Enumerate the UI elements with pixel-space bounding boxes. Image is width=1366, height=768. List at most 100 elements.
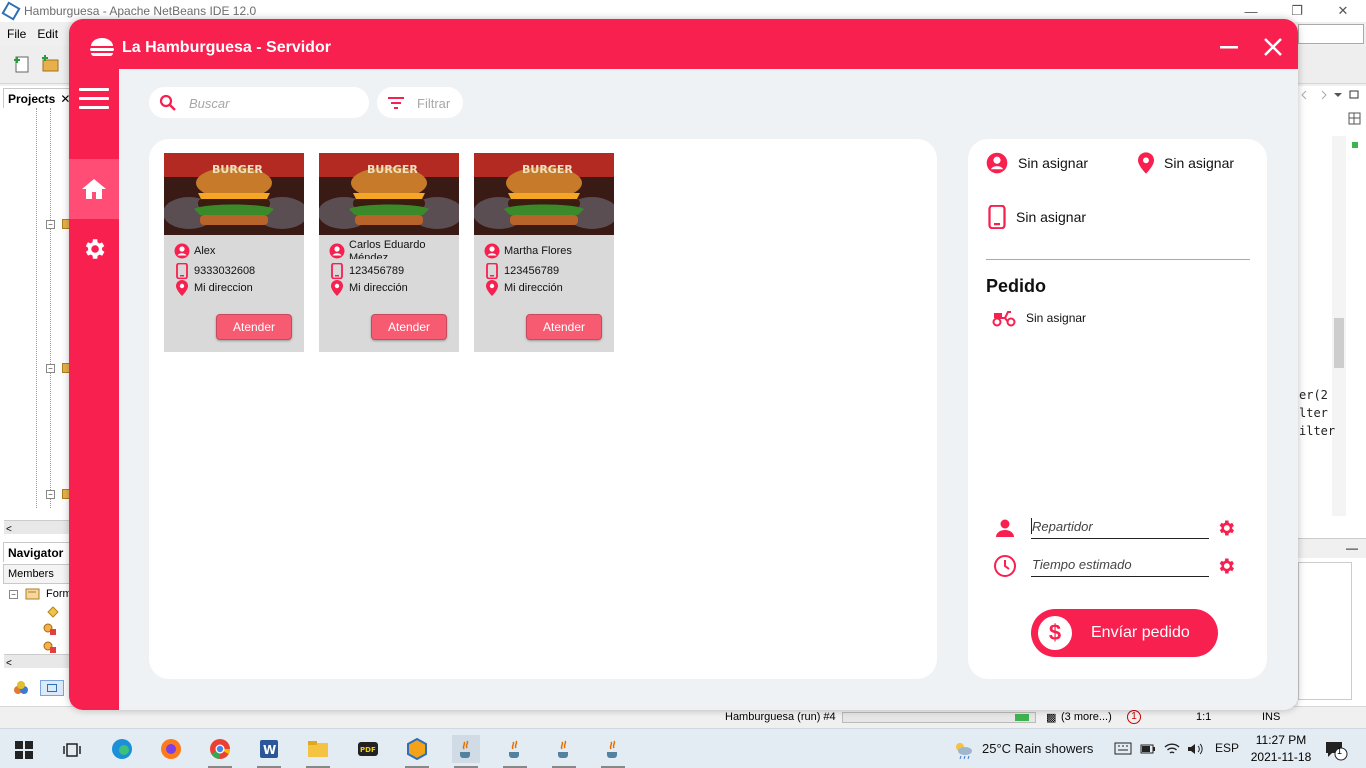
wifi-icon[interactable] bbox=[1163, 741, 1181, 757]
location-pin-icon bbox=[174, 280, 190, 296]
word-icon[interactable]: W bbox=[255, 735, 283, 768]
svg-text:BURGER: BURGER bbox=[522, 163, 573, 176]
firefox-icon[interactable] bbox=[157, 735, 185, 763]
filter-button[interactable]: Filtrar bbox=[377, 87, 463, 118]
members-selector[interactable]: Members bbox=[3, 564, 70, 584]
projects-hscrollbar[interactable]: < bbox=[4, 520, 70, 535]
svg-text:BURGER: BURGER bbox=[212, 163, 263, 176]
repartidor-field[interactable]: Repartidor bbox=[1031, 515, 1209, 539]
code-line: er(2 bbox=[1299, 388, 1328, 402]
settings-gear-icon[interactable] bbox=[69, 229, 119, 269]
code-line: lter bbox=[1299, 406, 1328, 420]
customer-name: Carlos Eduardo Méndez bbox=[349, 239, 426, 259]
field-lock-icon bbox=[43, 641, 56, 653]
navigator-hscrollbar[interactable]: < bbox=[4, 654, 70, 669]
keyboard-icon[interactable] bbox=[1114, 741, 1132, 757]
new-file-icon[interactable] bbox=[12, 54, 32, 74]
order-card: BURGER Carlos Eduardo Méndez 123456789 M… bbox=[319, 153, 459, 352]
editor-nav-arrows-icon[interactable] bbox=[1300, 88, 1360, 102]
netbeans-taskbar-icon[interactable] bbox=[403, 735, 431, 768]
repartidor-settings-gear-icon[interactable] bbox=[1216, 518, 1236, 538]
send-order-button[interactable]: $ Envíar pedido bbox=[1031, 609, 1218, 657]
minimize-output-icon[interactable]: — bbox=[1346, 541, 1358, 555]
tiempo-input[interactable]: Tiempo estimado bbox=[1032, 557, 1132, 572]
clock-icon bbox=[994, 555, 1016, 577]
hamburger-menu-icon[interactable] bbox=[79, 88, 109, 110]
battery-icon[interactable] bbox=[1140, 741, 1156, 757]
close-icon[interactable] bbox=[1261, 35, 1285, 59]
attend-button[interactable]: Atender bbox=[526, 314, 602, 340]
tiempo-field[interactable]: Tiempo estimado bbox=[1031, 553, 1209, 577]
task-view-icon[interactable] bbox=[62, 740, 82, 760]
ide-left-panel: Projects✕ − − − < Navigator✕ Members − F… bbox=[0, 86, 84, 706]
volume-icon[interactable] bbox=[1186, 741, 1204, 757]
person-icon bbox=[996, 519, 1014, 537]
app-sidebar bbox=[69, 69, 119, 710]
language-indicator[interactable]: ESP bbox=[1215, 741, 1239, 755]
tree-expand-icon[interactable]: − bbox=[46, 490, 55, 499]
output-header: — bbox=[1298, 538, 1366, 558]
more-tasks-link[interactable]: (3 more...) bbox=[1061, 711, 1112, 723]
clock[interactable]: 11:27 PM 2021-11-18 bbox=[1248, 732, 1314, 766]
menu-edit[interactable]: Edit bbox=[37, 27, 58, 41]
java-app-icon[interactable] bbox=[452, 735, 480, 768]
customer-phone: 123456789 bbox=[504, 265, 560, 277]
output-area[interactable] bbox=[1298, 562, 1352, 700]
order-card: BURGER Martha Flores 123456789 Mi direcc… bbox=[474, 153, 614, 352]
chrome-icon[interactable] bbox=[206, 735, 234, 768]
navigator-tab-label: Navigator bbox=[8, 545, 64, 560]
search-input[interactable]: Buscar bbox=[189, 96, 229, 111]
home-icon[interactable] bbox=[69, 159, 119, 219]
notifications-icon[interactable] bbox=[1324, 739, 1348, 761]
java-app-icon[interactable] bbox=[501, 735, 529, 768]
location-pin-icon bbox=[484, 280, 500, 296]
tree-expand-icon[interactable]: − bbox=[46, 220, 55, 229]
address-row: Mi dirección bbox=[329, 280, 408, 296]
phone-icon bbox=[329, 263, 345, 279]
weather-text[interactable]: 25°C Rain showers bbox=[982, 741, 1093, 756]
detail-phone: Sin asignar bbox=[988, 205, 1086, 229]
order-card: BURGER Alex 9333032608 Mi direccion Aten… bbox=[164, 153, 304, 352]
customer-row: Alex bbox=[174, 243, 215, 259]
search-box[interactable]: Buscar bbox=[149, 87, 369, 118]
menu-file[interactable]: File bbox=[7, 27, 26, 41]
new-project-icon[interactable] bbox=[40, 54, 60, 74]
app-title: La Hamburguesa - Servidor bbox=[122, 39, 331, 56]
svg-text:W: W bbox=[263, 743, 276, 757]
pdf-app-icon[interactable]: PDF bbox=[354, 735, 382, 763]
phone-row: 9333032608 bbox=[174, 263, 255, 279]
phone-icon bbox=[484, 263, 500, 279]
customer-phone: 123456789 bbox=[349, 265, 405, 277]
run-progress-bar bbox=[842, 712, 1036, 723]
ide-close-icon[interactable]: ✕ bbox=[1320, 0, 1366, 22]
phone-icon bbox=[174, 263, 190, 279]
attend-button[interactable]: Atender bbox=[216, 314, 292, 340]
netbeans-logo-icon bbox=[1, 1, 21, 21]
tree-expand-icon[interactable]: − bbox=[9, 590, 18, 599]
minimize-icon[interactable] bbox=[1217, 35, 1241, 59]
ide-quick-search[interactable] bbox=[1298, 24, 1364, 44]
notifications-badge[interactable]: 1 bbox=[1127, 710, 1141, 724]
java-app-icon[interactable] bbox=[599, 735, 627, 768]
attend-button[interactable]: Atender bbox=[371, 314, 447, 340]
projects-tab[interactable]: Projects ✕ bbox=[3, 88, 76, 108]
burger-image: BURGER bbox=[319, 153, 459, 235]
address-row: Mi direccion bbox=[174, 280, 253, 296]
weather-rain-icon[interactable] bbox=[952, 739, 974, 761]
split-editor-icon[interactable] bbox=[1348, 112, 1362, 126]
editor-vscrollbar[interactable] bbox=[1332, 136, 1346, 516]
customer-name: Alex bbox=[194, 245, 216, 257]
file-explorer-icon[interactable] bbox=[304, 735, 332, 768]
tree-expand-icon[interactable]: − bbox=[46, 364, 55, 373]
edge-icon[interactable] bbox=[108, 735, 136, 763]
windows-start-icon[interactable] bbox=[15, 741, 33, 759]
palette-icon[interactable] bbox=[12, 680, 30, 696]
delivery-scooter-icon bbox=[992, 309, 1016, 327]
design-view-button[interactable] bbox=[40, 680, 64, 696]
phone-icon bbox=[988, 205, 1006, 229]
tasks-icon[interactable]: ▩ bbox=[1046, 711, 1056, 724]
user-circle-icon bbox=[329, 243, 345, 259]
repartidor-input[interactable]: Repartidor bbox=[1032, 519, 1093, 534]
java-app-icon[interactable] bbox=[550, 735, 578, 768]
tiempo-settings-gear-icon[interactable] bbox=[1216, 556, 1236, 576]
